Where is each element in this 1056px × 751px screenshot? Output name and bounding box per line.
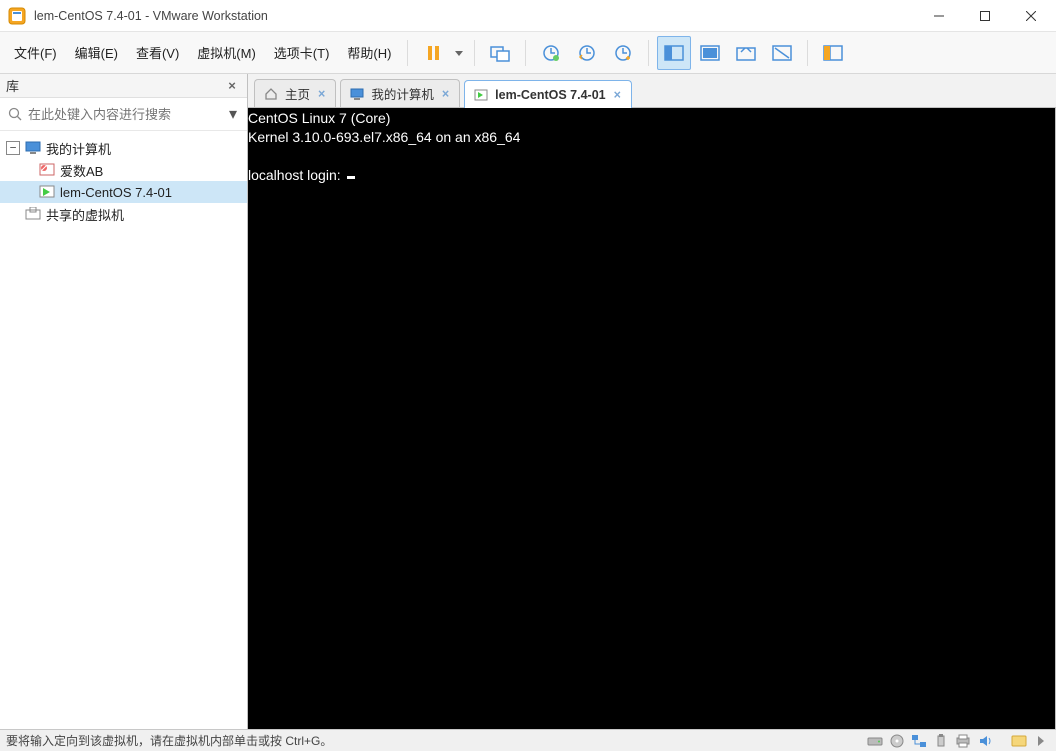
tree-item-aishu[interactable]: 爱数AB bbox=[0, 159, 247, 181]
message-icon[interactable] bbox=[1010, 733, 1028, 749]
main-area: 主页 × 我的计算机 × lem-CentOS 7.4-01 × CentOS … bbox=[248, 74, 1056, 729]
close-button[interactable] bbox=[1008, 1, 1054, 31]
menubar: 文件(F) 编辑(E) 查看(V) 虚拟机(M) 选项卡(T) 帮助(H) bbox=[0, 32, 1056, 74]
separator bbox=[807, 40, 808, 66]
minimize-button[interactable] bbox=[916, 1, 962, 31]
tree-my-computer[interactable]: − 我的计算机 bbox=[0, 137, 247, 159]
separator bbox=[474, 40, 475, 66]
shared-icon bbox=[24, 205, 42, 223]
status-device-icons bbox=[866, 733, 1050, 749]
printer-icon[interactable] bbox=[954, 733, 972, 749]
vm-running-icon bbox=[473, 87, 489, 103]
console-view-icon[interactable] bbox=[657, 36, 691, 70]
tree-item-centos[interactable]: lem-CentOS 7.4-01 bbox=[0, 181, 247, 203]
fullscreen-icon[interactable] bbox=[693, 36, 727, 70]
vm-console[interactable]: CentOS Linux 7 (Core) Kernel 3.10.0-693.… bbox=[248, 108, 1056, 729]
tree-label: 我的计算机 bbox=[46, 139, 111, 158]
tab-label: lem-CentOS 7.4-01 bbox=[495, 88, 605, 102]
sound-icon[interactable] bbox=[976, 733, 994, 749]
separator bbox=[648, 40, 649, 66]
send-ctrlaltdel-icon[interactable] bbox=[483, 36, 517, 70]
snapshot-revert-icon[interactable] bbox=[570, 36, 604, 70]
usb-icon[interactable] bbox=[932, 733, 950, 749]
tab-home[interactable]: 主页 × bbox=[254, 79, 336, 107]
terminal-cursor bbox=[347, 176, 355, 179]
hdd-icon[interactable] bbox=[866, 733, 884, 749]
stretch-icon[interactable] bbox=[765, 36, 799, 70]
tab-close-icon[interactable]: × bbox=[316, 87, 327, 101]
tree-label: 共享的虚拟机 bbox=[46, 205, 124, 224]
sidebar-title: 库 bbox=[6, 76, 19, 95]
home-icon bbox=[263, 86, 279, 102]
window-title: lem-CentOS 7.4-01 - VMware Workstation bbox=[34, 9, 916, 23]
chevron-right-icon[interactable] bbox=[1032, 733, 1050, 749]
tab-label: 我的计算机 bbox=[371, 84, 434, 103]
collapse-icon[interactable]: − bbox=[6, 141, 20, 155]
tab-vm-centos[interactable]: lem-CentOS 7.4-01 × bbox=[464, 80, 632, 108]
snapshot-manager-icon[interactable] bbox=[606, 36, 640, 70]
power-dropdown[interactable] bbox=[452, 49, 466, 57]
monitor-icon bbox=[24, 139, 42, 157]
library-tree: − 我的计算机 爱数AB lem-CentOS 7.4-01 共享的虚拟机 bbox=[0, 131, 247, 231]
menu-view[interactable]: 查看(V) bbox=[128, 39, 187, 66]
tree-shared-vms[interactable]: 共享的虚拟机 bbox=[0, 203, 247, 225]
separator bbox=[525, 40, 526, 66]
titlebar: lem-CentOS 7.4-01 - VMware Workstation bbox=[0, 0, 1056, 32]
terminal-line: Kernel 3.10.0-693.el7.x86_64 on an x86_6… bbox=[248, 129, 520, 145]
tab-close-icon[interactable]: × bbox=[612, 88, 623, 102]
maximize-button[interactable] bbox=[962, 1, 1008, 31]
tree-label: 爱数AB bbox=[60, 161, 103, 180]
tree-label: lem-CentOS 7.4-01 bbox=[60, 185, 172, 200]
cd-icon[interactable] bbox=[888, 733, 906, 749]
menu-help[interactable]: 帮助(H) bbox=[339, 39, 399, 66]
library-toggle-icon[interactable] bbox=[816, 36, 850, 70]
tabbar: 主页 × 我的计算机 × lem-CentOS 7.4-01 × bbox=[248, 74, 1056, 108]
sidebar-header: 库 × bbox=[0, 74, 247, 98]
terminal-prompt: localhost login: bbox=[248, 167, 345, 183]
vm-off-icon bbox=[38, 161, 56, 179]
search-icon bbox=[6, 105, 24, 123]
menu-edit[interactable]: 编辑(E) bbox=[67, 39, 126, 66]
search-input[interactable] bbox=[28, 107, 221, 122]
sidebar-close-icon[interactable]: × bbox=[223, 78, 241, 93]
tab-my-computer[interactable]: 我的计算机 × bbox=[340, 79, 460, 107]
terminal-line: CentOS Linux 7 (Core) bbox=[248, 110, 390, 126]
library-sidebar: 库 × ▾ − 我的计算机 爱数AB lem-CentOS 7.4-01 bbox=[0, 74, 248, 729]
menu-tabs[interactable]: 选项卡(T) bbox=[266, 39, 338, 66]
unity-icon[interactable] bbox=[729, 36, 763, 70]
pause-button[interactable] bbox=[416, 36, 450, 70]
snapshot-take-icon[interactable] bbox=[534, 36, 568, 70]
network-icon[interactable] bbox=[910, 733, 928, 749]
tab-close-icon[interactable]: × bbox=[440, 87, 451, 101]
vmware-icon bbox=[8, 7, 26, 25]
menu-file[interactable]: 文件(F) bbox=[6, 39, 65, 66]
sidebar-search: ▾ bbox=[0, 98, 247, 131]
statusbar: 要将输入定向到该虚拟机，请在虚拟机内部单击或按 Ctrl+G。 bbox=[0, 729, 1056, 751]
tab-label: 主页 bbox=[285, 84, 310, 103]
search-dropdown[interactable]: ▾ bbox=[225, 104, 241, 124]
status-text: 要将输入定向到该虚拟机，请在虚拟机内部单击或按 Ctrl+G。 bbox=[6, 732, 332, 749]
monitor-icon bbox=[349, 86, 365, 102]
vm-running-icon bbox=[38, 183, 56, 201]
menu-vm[interactable]: 虚拟机(M) bbox=[189, 39, 264, 66]
separator bbox=[407, 40, 408, 66]
